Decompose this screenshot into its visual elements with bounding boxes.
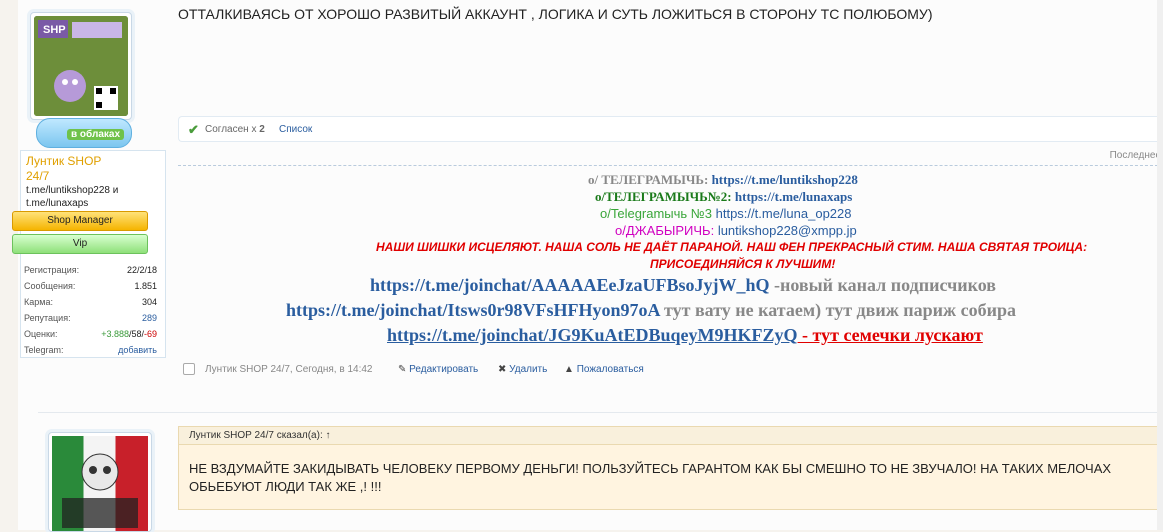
svg-text:SHP: SHP (43, 24, 66, 36)
sig-label: о/ ТЕЛЕГРАМЫЧЬ: (588, 172, 709, 187)
rating-positive: +3.888 (101, 329, 129, 339)
close-icon: ✖ (498, 364, 507, 375)
cloud-badge-label: в облаках (67, 129, 125, 140)
sig-line-jabber: о/ДЖАБЫРИЧЬ: luntikshop228@xmpp.jp (615, 223, 857, 238)
sig-link[interactable]: https://t.me/luntikshop228 (712, 172, 858, 187)
role-vip: Vip (12, 234, 148, 254)
post-meta: Лунтик SHOP 24/7, Сегодня, в 14:42 (205, 364, 373, 375)
stat-value[interactable]: 289 (142, 310, 157, 326)
joinchat-link-2[interactable]: https://t.me/joinchat/Itsws0r98VFsHFHyon… (286, 300, 660, 320)
stat-value[interactable]: 1.851 (134, 278, 157, 294)
delete-button[interactable]: ✖ Удалить (498, 364, 547, 375)
scrollbar[interactable] (1157, 0, 1163, 530)
avatar-image-2 (52, 436, 148, 531)
likes-list-link[interactable]: Список (279, 124, 312, 135)
username[interactable]: Лунтик SHOP 24/7 (26, 154, 126, 184)
joinchat-link-3[interactable]: https://t.me/joinchat/JG9KuAtEDBuqeyM9HK… (387, 325, 798, 345)
sig-link[interactable]: https://t.me/luna_op228 (716, 206, 852, 221)
user-stats: Регистрация: 22/2/18 Сообщения: 1.851 Ка… (21, 262, 161, 358)
quote-header: Лунтик SHOP 24/7 сказал(а): ↑ (178, 426, 1163, 445)
stat-row: Сообщения: 1.851 (21, 278, 161, 294)
likes-count: 2 (259, 124, 265, 135)
quote-block: НЕ ВЗДУМАЙТЕ ЗАКИДЫВАТЬ ЧЕЛОВЕКУ ПЕРВОМУ… (178, 444, 1163, 510)
sig-join-line3: https://t.me/joinchat/JG9KuAtEDBuqeyM9HK… (387, 325, 983, 346)
sig-link[interactable]: luntikshop228@xmpp.jp (718, 223, 857, 238)
sig-link[interactable]: https://t.me/lunaxaps (735, 189, 852, 204)
stat-value: 304 (141, 297, 157, 307)
user-avatar-2[interactable] (48, 432, 152, 532)
stat-label: Карма: (24, 297, 53, 307)
sig-red-line1: НАШИ ШИШКИ ИСЦЕЛЯЮТ. НАША СОЛЬ НЕ ДАЁТ П… (376, 240, 1088, 254)
joinchat-desc-1: -новый канал подписчиков (773, 275, 997, 295)
stat-label: Регистрация: (24, 265, 80, 275)
stat-value: 22/2/18 (126, 265, 157, 275)
delete-label: Удалить (509, 364, 548, 375)
post-separator (38, 412, 1163, 413)
stat-row: Карма: 304 (21, 294, 161, 310)
rating-value: +3.888/58/-69 (101, 326, 157, 342)
likes-label: Согласен x 2 (205, 124, 265, 135)
stat-label: Сообщения: (24, 281, 76, 291)
sig-line-telegram1: о/ ТЕЛЕГРАМЫЧЬ: https://t.me/luntikshop2… (588, 172, 858, 188)
report-label: Пожаловаться (576, 364, 644, 375)
role-shop-manager: Shop Manager (12, 211, 148, 231)
telegram-add-link[interactable]: добавить (118, 342, 157, 358)
report-button[interactable]: ▲ Пожаловаться (564, 364, 644, 375)
stat-row-telegram: Telegram: добавить (21, 342, 161, 358)
sig-line-telegram2: о/ТЕЛЕГРАМЫЧЬ№2: https://t.me/lunaxaps (595, 189, 852, 205)
sig-red-line2: ПРИСОЕДИНЯЙСЯ К ЛУЧШИМ! (650, 257, 836, 271)
checkmark-icon: ✔ (188, 122, 199, 137)
stat-row-rating: Оценки: +3.888/58/-69 (21, 326, 161, 342)
pencil-icon: ✎ (398, 364, 407, 375)
last-edited-label: Последнее (1109, 150, 1161, 161)
user-avatar[interactable]: SHP (30, 12, 132, 120)
select-post-checkbox[interactable] (183, 363, 195, 375)
post-message-text: ОТТАЛКИВАЯСЬ ОТ ХОРОШО РАЗВИТЫЙ АККАУНТ … (178, 6, 933, 22)
rating-neutral: /58/ (128, 329, 144, 339)
likes-text: Согласен x (205, 124, 257, 135)
joinchat-link-1[interactable]: https://t.me/joinchat/AAAAAEeJzaUFBsoJyj… (370, 275, 769, 295)
joinchat-desc-3: - тут семечки лускают (797, 325, 983, 345)
sig-line-telegram3: о/Telegramычь №3 https://t.me/luna_op228 (600, 206, 852, 221)
sig-label: о/Telegramычь №3 (600, 206, 712, 221)
quote-author[interactable]: Лунтик SHOP 24/7 сказал(а): ↑ (189, 430, 331, 441)
quote-text: НЕ ВЗДУМАЙТЕ ЗАКИДЫВАТЬ ЧЕЛОВЕКУ ПЕРВОМУ… (189, 461, 1112, 494)
rating-negative: -69 (143, 329, 157, 339)
edit-button[interactable]: ✎ Редактировать (398, 364, 478, 375)
likes-summary: ✔ Согласен x 2 Список (178, 116, 1163, 142)
stat-label: Telegram: (24, 345, 64, 355)
stat-label: Оценки: (24, 329, 58, 339)
sig-join-line2: https://t.me/joinchat/Itsws0r98VFsHFHyon… (286, 300, 1016, 321)
edit-label: Редактировать (409, 364, 479, 375)
sig-label: о/ТЕЛЕГРАМЫЧЬ№2: (595, 189, 732, 204)
signature-divider (178, 165, 1163, 166)
stat-label: Репутация: (24, 313, 71, 323)
cloud-status-badge: в облаках (36, 118, 132, 148)
avatar-image: SHP (34, 16, 128, 116)
sig-label: о/ДЖАБЫРИЧЬ: (615, 223, 715, 238)
user-custom-title: t.me/luntikshop228 и t.me/lunaxaps (26, 185, 119, 209)
joinchat-desc-2: тут вату не катаем) тут движ париж собир… (664, 300, 1016, 320)
warning-icon: ▲ (564, 364, 574, 375)
sig-join-line1: https://t.me/joinchat/AAAAAEeJzaUFBsoJyj… (370, 275, 996, 296)
stat-row: Репутация: 289 (21, 310, 161, 326)
stat-row: Регистрация: 22/2/18 (21, 262, 161, 278)
post-footer: Лунтик SHOP 24/7, Сегодня, в 14:42 ✎ Ред… (178, 362, 778, 378)
